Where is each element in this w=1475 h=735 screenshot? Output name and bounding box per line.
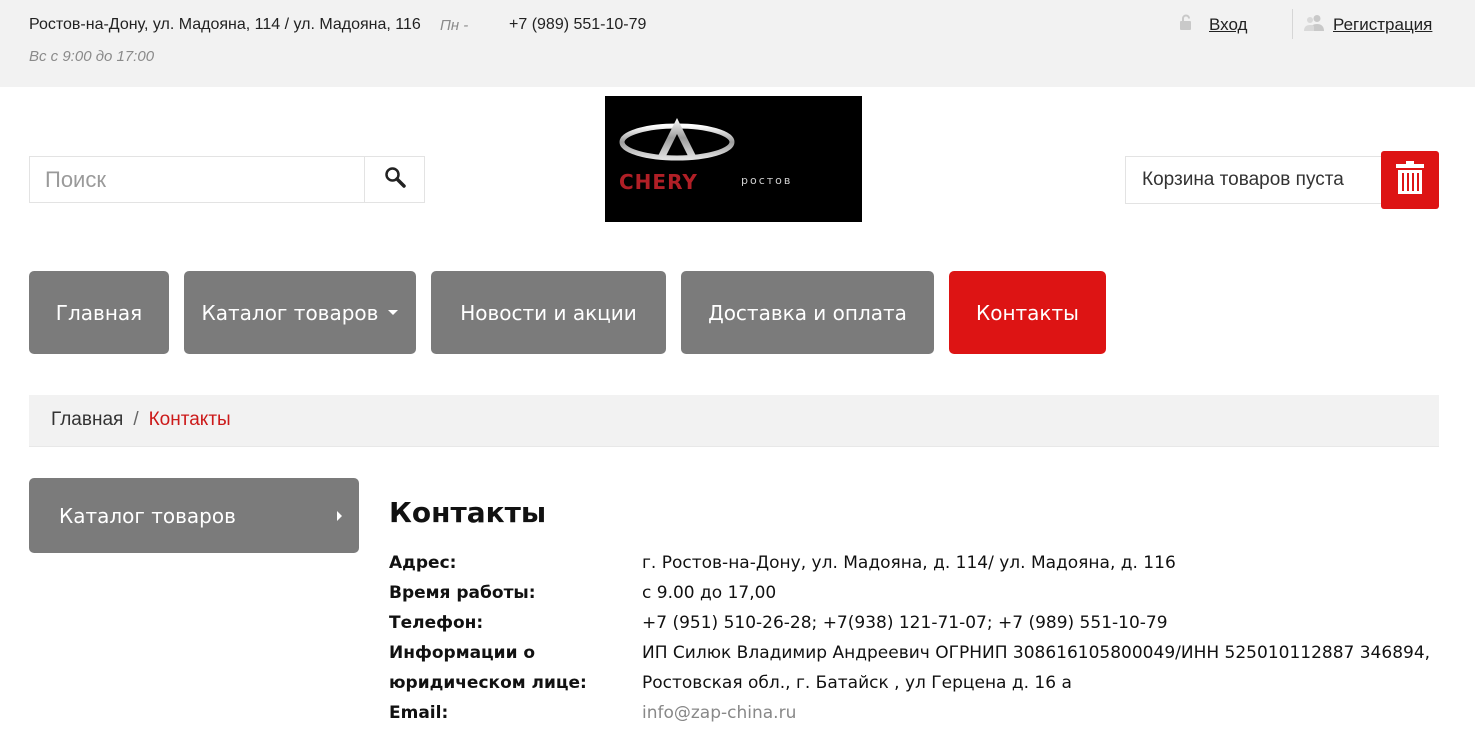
contacts-table: Адрес: г. Ростов-на-Дону, ул. Мадояна, д…	[389, 548, 1449, 728]
lock-icon	[1180, 14, 1199, 36]
contact-value: г. Ростов-на-Дону, ул. Мадояна, д. 114/ …	[642, 553, 1176, 573]
search-input[interactable]	[30, 157, 365, 202]
nav-home-label: Главная	[55, 300, 143, 325]
breadcrumb-current: Контакты	[148, 409, 231, 430]
contact-value: +7 (951) 510-26-28; +7(938) 121-71-07; +…	[642, 613, 1168, 633]
search-button[interactable]	[364, 157, 424, 202]
top-phone[interactable]: +7 (989) 551-10-79	[509, 16, 646, 34]
cart-button[interactable]	[1381, 151, 1439, 209]
contact-label: Телефон:	[389, 613, 484, 633]
contact-row-address: Адрес: г. Ростов-на-Дону, ул. Мадояна, д…	[389, 548, 1449, 578]
sidebar-catalog[interactable]: Каталог товаров	[29, 478, 359, 553]
register-label[interactable]: Регистрация	[1333, 15, 1432, 35]
trash-icon	[1395, 160, 1425, 200]
contact-row-email: Email: info@zap-china.ru	[389, 698, 1449, 728]
nav-catalog[interactable]: Каталог товаров	[184, 271, 416, 354]
contact-row-legal: Информации о юридическом лице: ИП Силюк …	[389, 638, 1449, 698]
chery-emblem-icon	[619, 118, 735, 161]
contact-label: Информации о юридическом лице:	[389, 643, 587, 693]
email-link[interactable]: info@zap-china.ru	[642, 703, 796, 723]
contact-value: ИП Силюк Владимир Андреевич ОГРНИП 30861…	[642, 643, 1431, 693]
contact-label: Время работы:	[389, 583, 536, 603]
breadcrumb-separator: /	[133, 409, 139, 430]
contact-label: Email:	[389, 703, 449, 723]
store-address: Ростов-на-Дону, ул. Мадояна, 114 / ул. М…	[29, 16, 421, 33]
nav-catalog-label: Каталог товаров	[201, 300, 379, 325]
register-link[interactable]: Регистрация	[1304, 14, 1432, 36]
nav-delivery[interactable]: Доставка и оплата	[681, 271, 934, 354]
nav-news[interactable]: Новости и акции	[431, 271, 666, 354]
chevron-right-icon	[337, 511, 342, 521]
working-hours-cont: Вс с 9:00 до 17:00	[29, 48, 155, 65]
site-logo[interactable]: CHERY ростов	[605, 96, 862, 222]
contact-value: с 9.00 до 17,00	[642, 583, 777, 603]
working-hours: Пн -	[440, 17, 469, 34]
top-divider	[1292, 9, 1293, 39]
main-nav: Главная Каталог товаров Новости и акции …	[0, 271, 1475, 354]
page-title: Контакты	[389, 496, 547, 529]
contact-row-hours: Время работы: с 9.00 до 17,00	[389, 578, 1449, 608]
top-bar: Ростов-на-Дону, ул. Мадояна, 114 / ул. М…	[0, 0, 1475, 87]
logo-city: ростов	[741, 174, 793, 187]
search-box	[29, 156, 425, 203]
logo-brand: CHERY	[619, 170, 698, 194]
breadcrumb: Главная / Контакты	[29, 395, 1439, 447]
cart-status[interactable]: Корзина товаров пуста	[1125, 156, 1385, 204]
nav-home[interactable]: Главная	[29, 271, 169, 354]
login-label[interactable]: Вход	[1209, 15, 1247, 35]
nav-contacts[interactable]: Контакты	[949, 271, 1106, 354]
login-link[interactable]: Вход	[1180, 14, 1247, 36]
search-icon	[384, 166, 406, 193]
nav-delivery-label: Доставка и оплата	[708, 300, 907, 325]
contact-row-phone: Телефон: +7 (951) 510-26-28; +7(938) 121…	[389, 608, 1449, 638]
chevron-down-icon	[388, 310, 399, 315]
sidebar-catalog-label: Каталог товаров	[59, 504, 236, 528]
users-icon	[1304, 14, 1325, 36]
nav-contacts-label: Контакты	[976, 300, 1079, 325]
breadcrumb-home[interactable]: Главная	[51, 409, 123, 430]
nav-news-label: Новости и акции	[460, 300, 637, 325]
contact-label: Адрес:	[389, 553, 457, 573]
